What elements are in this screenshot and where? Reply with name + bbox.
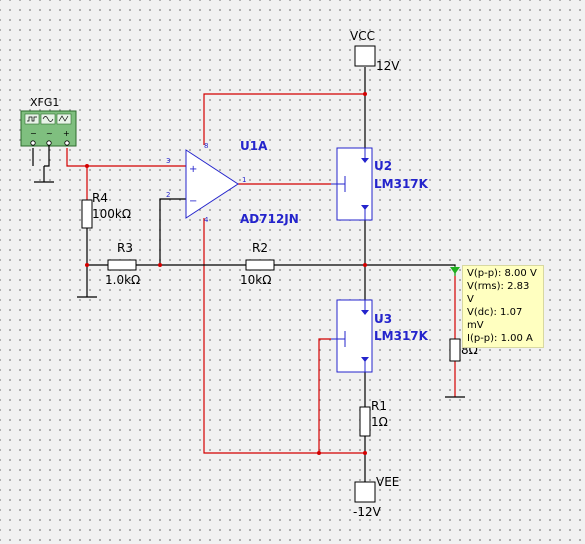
vcc-source[interactable]: VCC 12V [350,29,400,73]
regulator-u3[interactable]: U3 LM317K [331,299,429,373]
opamp-pin-2: 2 [166,191,170,199]
vee-box [354,481,376,503]
xfg-terminal-minus[interactable] [30,140,36,146]
vee-source[interactable]: VEE -12V [353,475,399,519]
probe-vpp: V(p-p): 8.00 V [467,268,537,279]
xfg-terminal-common[interactable] [46,140,52,146]
junction [363,92,367,96]
xfg-plus-terminal-label: + [63,129,70,138]
probe-vrms: V(rms): 2.83 V [467,281,530,305]
junction [363,451,367,455]
junction [363,263,367,267]
r1-value-label: 1Ω [371,415,388,429]
r2-ref-label: R2 [252,241,268,255]
u2-part-label: LM317K [374,177,429,191]
r3-value-label: 1.0kΩ [105,273,140,287]
vcc-label: VCC [350,29,375,43]
r3-ref-label: R3 [117,241,133,255]
junction [85,263,89,267]
junction [317,451,321,455]
resistor-r2[interactable]: R2 10kΩ [240,241,275,287]
u3-part-label: LM317K [374,329,429,343]
resistor-r3[interactable]: R3 1.0kΩ [105,241,140,287]
probe-arrow-icon [450,267,460,274]
function-generator[interactable]: XFG1 − ~ + [20,96,77,167]
r2-value-label: 10kΩ [240,273,271,287]
vee-label: VEE [376,475,399,489]
xfg-label: XFG1 [30,96,59,109]
opamp-ref-label: U1A [240,139,268,153]
xfg-common-terminal-label: ~ [46,129,53,138]
resistor-r1[interactable]: R1 1Ω [359,399,388,437]
opamp-pin-4: 4 [204,216,209,224]
r4-ref-label: R4 [92,191,108,205]
r2-body [245,259,275,271]
probe-marker[interactable] [450,266,460,276]
r1-body [359,406,371,437]
wire-vplus-top [203,93,365,145]
opamp-minus-sign: − [189,196,197,207]
opamp-plus-sign: + [189,164,197,175]
resistor-r4[interactable]: R4 100kΩ [81,191,131,229]
r3-body [107,259,137,271]
wire-u3-adj [318,338,331,453]
xfg-terminal-plus[interactable] [64,140,70,146]
u3-ref-label: U3 [374,312,392,326]
vcc-value: 12V [376,59,400,73]
opamp-pin-8: 8 [204,142,208,150]
regulator-u2[interactable]: U2 LM317K [331,147,429,221]
r5-body [449,338,461,362]
vee-value: -12V [353,505,382,519]
probe-readout[interactable]: V(p-p): 8.00 V V(rms): 2.83 V V(dc): 1.0… [462,265,544,348]
r1-ref-label: R1 [371,399,387,413]
probe-ipp: I(p-p): 1.00 A [467,333,533,344]
opamp-part-label: AD712JN [240,212,299,226]
r4-value-label: 100kΩ [92,207,131,221]
opamp-triangle [185,149,239,219]
probe-vdc: V(dc): 1.07 mV [467,307,523,331]
junction [85,164,89,168]
xfg-minus-terminal-label: − [30,129,37,138]
opamp-u1a[interactable]: + − 3 2 8 4 1 U1A AD712JN [166,139,299,226]
opamp-pin-1: 1 [242,176,246,184]
opamp-pin-3: 3 [166,157,170,165]
r4-body [81,199,93,229]
vcc-box [354,45,376,67]
junction [158,263,162,267]
u2-ref-label: U2 [374,159,392,173]
wire-feedback-inv [159,198,186,265]
wire-gen-common [44,145,50,167]
